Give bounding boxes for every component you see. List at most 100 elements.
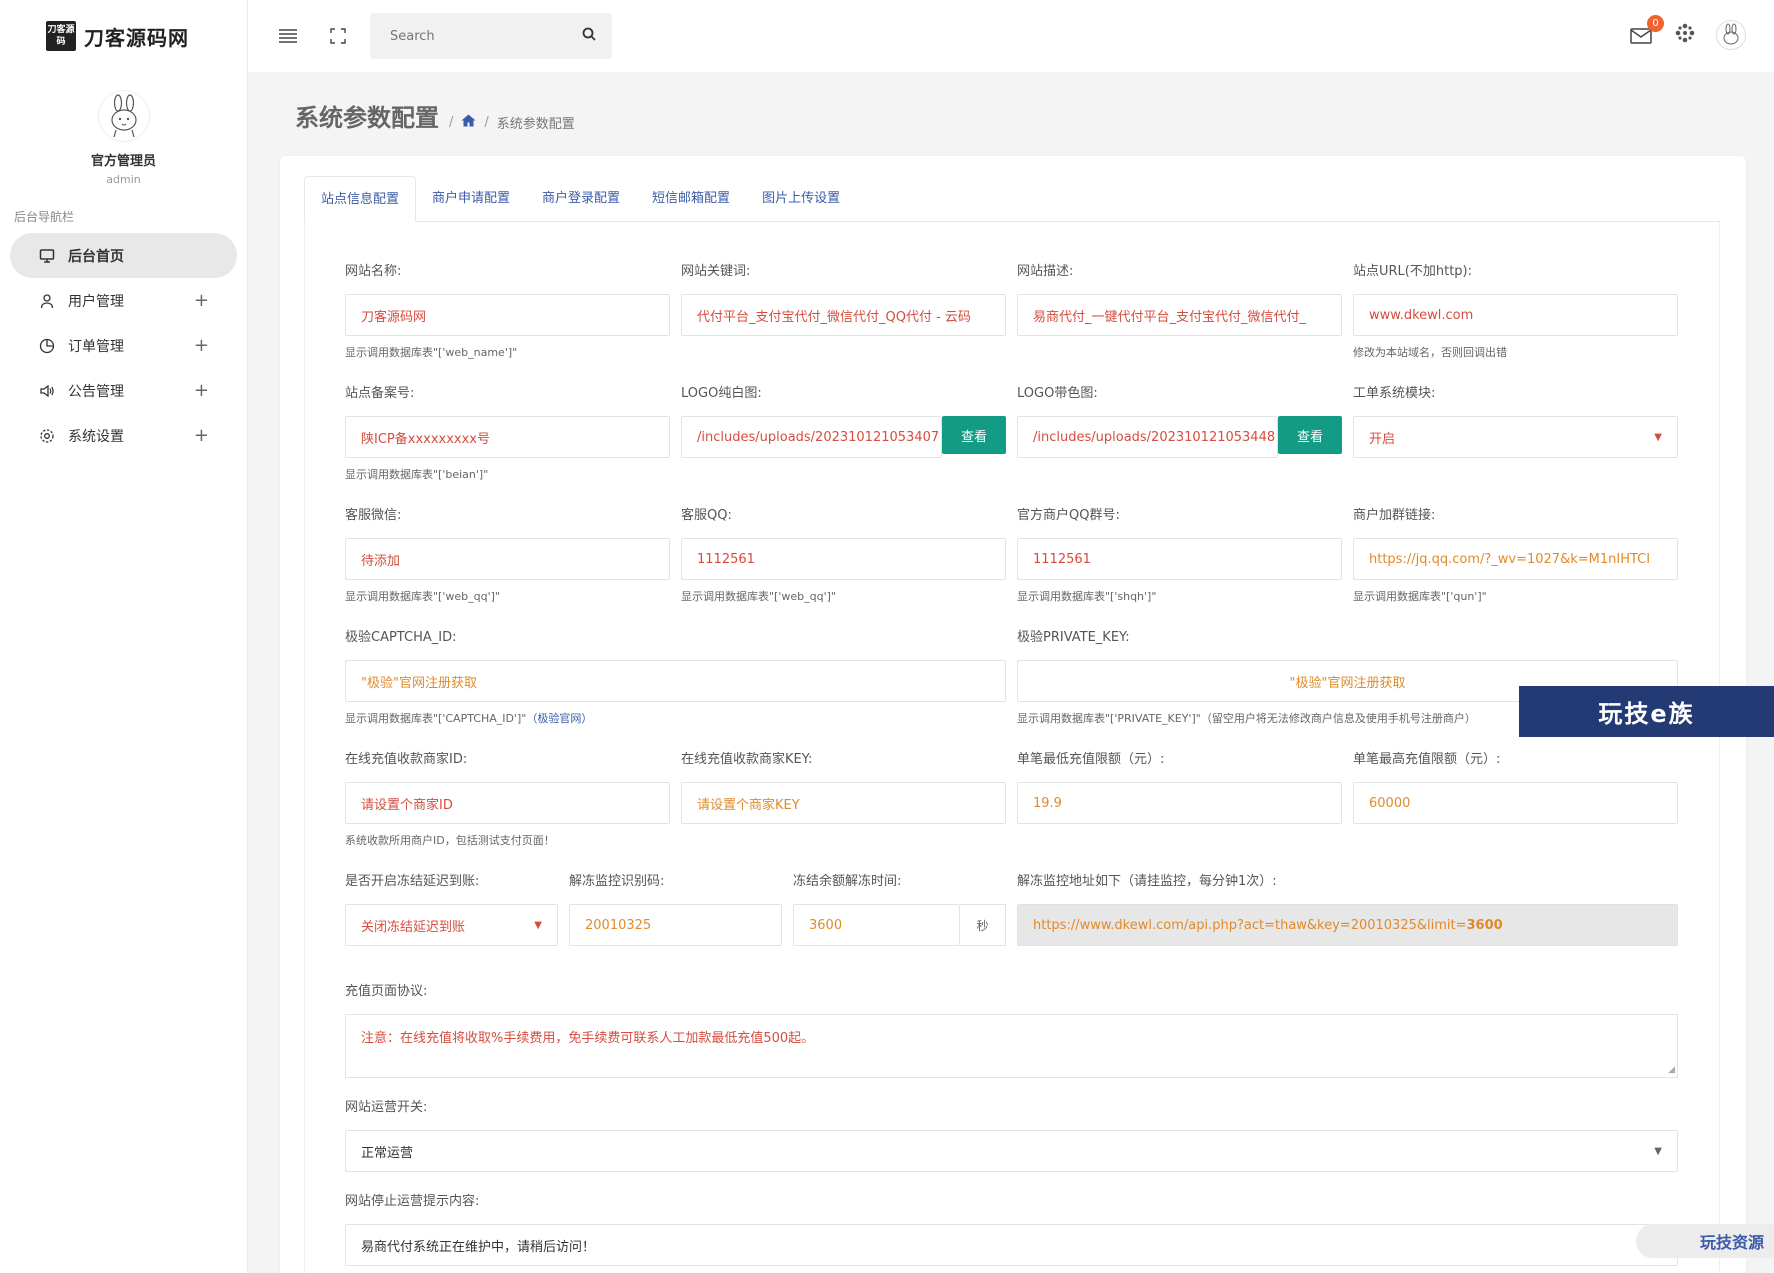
keywords-input[interactable]: 代付平台_支付宝代付_微信代付_QQ代付 - 云码 xyxy=(681,294,1006,336)
sidebar-item-label: 订单管理 xyxy=(68,338,124,355)
field-label: 站点备案号: xyxy=(345,386,415,401)
topbar: 0 xyxy=(248,0,1774,72)
field-help: 显示调用数据库表"['shqh']" xyxy=(1017,590,1157,603)
field-label: 极验CAPTCHA_ID: xyxy=(345,630,457,645)
user-avatar[interactable] xyxy=(1716,20,1746,50)
mail-button[interactable]: 0 xyxy=(1630,15,1664,47)
caret-down-icon: ▼ xyxy=(534,919,542,931)
thaw-url-readonly[interactable]: https://www.dkewl.com/api.php?act=thaw&k… xyxy=(1017,904,1678,946)
sidebar-item-home[interactable]: 后台首页 xyxy=(10,233,237,278)
view-logo-white-button[interactable]: 查看 xyxy=(942,416,1006,454)
field-help: 系统收款所用商户ID，包括测试支付页面！ xyxy=(345,834,555,847)
page-title: 系统参数配置 xyxy=(295,104,439,132)
field-label: 是否开启冻结延迟到账: xyxy=(345,874,480,889)
operation-select[interactable]: 正常运营 ▼ xyxy=(345,1130,1678,1172)
wechat-input[interactable]: 待添加 xyxy=(345,538,670,580)
tab-merchant-login[interactable]: 商户登录配置 xyxy=(526,176,636,222)
qq-group-input[interactable]: 1112561 xyxy=(1017,538,1342,580)
watermark-corner: 玩技资源 xyxy=(1636,1224,1774,1258)
field-stop-msg: 网站停止运营提示内容: 易商代付系统正在维护中，请稍后访问！ xyxy=(345,1190,1678,1266)
agreement-textarea[interactable]: 注意：在线充值将收取%手续费用，免手续费可联系人工加款最低充值500起。 ◢ xyxy=(345,1014,1678,1078)
view-logo-color-button[interactable]: 查看 xyxy=(1278,416,1342,454)
rabbit-avatar-icon xyxy=(110,94,137,138)
field-agreement: 充值页面协议: 注意：在线充值将收取%手续费用，免手续费可联系人工加款最低充值5… xyxy=(345,980,1678,1078)
group-link-input[interactable]: https://jq.qq.com/?_wv=1027&k=M1nIHTCI xyxy=(1353,538,1678,580)
min-recharge-input[interactable]: 19.9 xyxy=(1017,782,1342,824)
field-help: 显示调用数据库表"['web_qq']" xyxy=(681,590,836,603)
gear-icon xyxy=(38,427,56,445)
thaw-code-input[interactable]: 20010325 xyxy=(569,904,782,946)
thaw-time-input[interactable]: 3600 xyxy=(793,904,960,946)
select-value: 正常运营 xyxy=(361,1145,414,1161)
expand-plus-icon[interactable]: + xyxy=(194,380,209,401)
sidebar-item-label: 后台首页 xyxy=(68,248,124,265)
select-value: 关闭冻结延迟到账 xyxy=(361,919,466,935)
field-label: 解冻监控地址如下（请挂监控，每分钟1次）: xyxy=(1017,874,1277,889)
search-input[interactable] xyxy=(390,28,582,44)
max-recharge-input[interactable]: 60000 xyxy=(1353,782,1678,824)
geetest-link[interactable]: （极验官网） xyxy=(526,712,592,725)
sidebar-nav: 后台首页 用户管理 + 订单管理 + 公告管理 + 系统设置 + xyxy=(0,233,247,458)
tab-sms-email[interactable]: 短信邮箱配置 xyxy=(636,176,746,222)
resize-handle-icon[interactable]: ◢ xyxy=(1668,1065,1675,1075)
field-label: 单笔最低充值限额（元）: xyxy=(1017,752,1165,767)
expand-plus-icon[interactable]: + xyxy=(194,425,209,446)
field-thaw-time: 冻结余额解冻时间: 3600 秒 xyxy=(793,870,1006,946)
field-label: 商户加群链接: xyxy=(1353,508,1436,523)
caret-down-icon: ▼ xyxy=(1654,431,1662,443)
field-merchant-id: 在线充值收款商家ID: 请设置个商家ID 系统收款所用商户ID，包括测试支付页面… xyxy=(345,748,670,848)
menu-icon[interactable] xyxy=(276,24,300,48)
sidebar-item-announcements[interactable]: 公告管理 + xyxy=(10,368,237,413)
field-label: 单笔最高充值限额（元）: xyxy=(1353,752,1501,767)
description-input[interactable]: 易商代付_一键代付平台_支付宝代付_微信代付_ xyxy=(1017,294,1342,336)
field-thaw-code: 解冻监控识别码: 20010325 xyxy=(569,870,782,946)
captcha-id-input[interactable]: "极验"官网注册获取 xyxy=(345,660,1006,702)
field-label: 客服微信: xyxy=(345,508,402,523)
profile: 官方管理员 admin xyxy=(0,72,247,186)
apps-icon[interactable] xyxy=(1674,22,1696,48)
fullscreen-icon[interactable] xyxy=(326,24,350,48)
home-icon[interactable] xyxy=(461,114,476,131)
logo-white-input[interactable]: /includes/uploads/202310121053407 xyxy=(681,416,942,458)
expand-plus-icon[interactable]: + xyxy=(194,335,209,356)
field-qq-group: 官方商户QQ群号: 1112561 显示调用数据库表"['shqh']" xyxy=(1017,504,1342,604)
search-icon[interactable] xyxy=(582,27,596,45)
freeze-select[interactable]: 关闭冻结延迟到账 ▼ xyxy=(345,904,558,946)
breadcrumb-separator: / xyxy=(449,115,454,130)
avatar[interactable] xyxy=(97,90,150,142)
expand-plus-icon[interactable]: + xyxy=(194,290,209,311)
site-url-input[interactable]: www.dkewl.com xyxy=(1353,294,1678,336)
topbar-right: 0 xyxy=(1630,15,1746,50)
sidebar-item-label: 系统设置 xyxy=(68,428,124,445)
field-site-url: 站点URL(不加http): www.dkewl.com 修改为本站域名，否则回… xyxy=(1353,260,1678,360)
profile-name: 官方管理员 xyxy=(90,154,156,169)
thaw-time-unit: 秒 xyxy=(960,904,1006,946)
settings-tabs: 站点信息配置 商户申请配置 商户登录配置 短信邮箱配置 图片上传设置 xyxy=(304,176,1720,222)
field-label: 在线充值收款商家ID: xyxy=(345,752,468,767)
ticket-select[interactable]: 开启 ▼ xyxy=(1353,416,1678,458)
field-label: 冻结余额解冻时间: xyxy=(793,874,902,889)
rabbit-avatar-icon xyxy=(1723,23,1739,45)
field-qq: 客服QQ: 1112561 显示调用数据库表"['web_qq']" xyxy=(681,504,1006,604)
brand-logo: 刀客源码 xyxy=(46,21,76,51)
web-name-input[interactable]: 刀客源码网 xyxy=(345,294,670,336)
beian-input[interactable]: 陕ICP备xxxxxxxxx号 xyxy=(345,416,670,458)
merchant-key-input[interactable]: 请设置个商家KEY xyxy=(681,782,1006,824)
brand[interactable]: 刀客源码 刀客源码网 xyxy=(0,0,247,72)
field-label: 网站描述: xyxy=(1017,264,1074,279)
merchant-id-input[interactable]: 请设置个商家ID xyxy=(345,782,670,824)
brand-name: 刀客源码网 xyxy=(84,25,189,50)
field-web-name: 网站名称: 刀客源码网 显示调用数据库表"['web_name']" xyxy=(345,260,670,360)
tab-image-upload[interactable]: 图片上传设置 xyxy=(746,176,856,222)
tab-site-info[interactable]: 站点信息配置 xyxy=(304,176,417,222)
stop-msg-input[interactable]: 易商代付系统正在维护中，请稍后访问！ xyxy=(345,1224,1678,1266)
user-icon xyxy=(38,292,56,310)
sidebar-item-users[interactable]: 用户管理 + xyxy=(10,278,237,323)
watermark-banner: 玩技e族 xyxy=(1519,686,1774,737)
sidebar-item-settings[interactable]: 系统设置 + xyxy=(10,413,237,458)
qq-input[interactable]: 1112561 xyxy=(681,538,1006,580)
field-label: 在线充值收款商家KEY: xyxy=(681,752,813,767)
tab-merchant-apply[interactable]: 商户申请配置 xyxy=(416,176,526,222)
sidebar-item-orders[interactable]: 订单管理 + xyxy=(10,323,237,368)
logo-color-input[interactable]: /includes/uploads/202310121053448 xyxy=(1017,416,1278,458)
